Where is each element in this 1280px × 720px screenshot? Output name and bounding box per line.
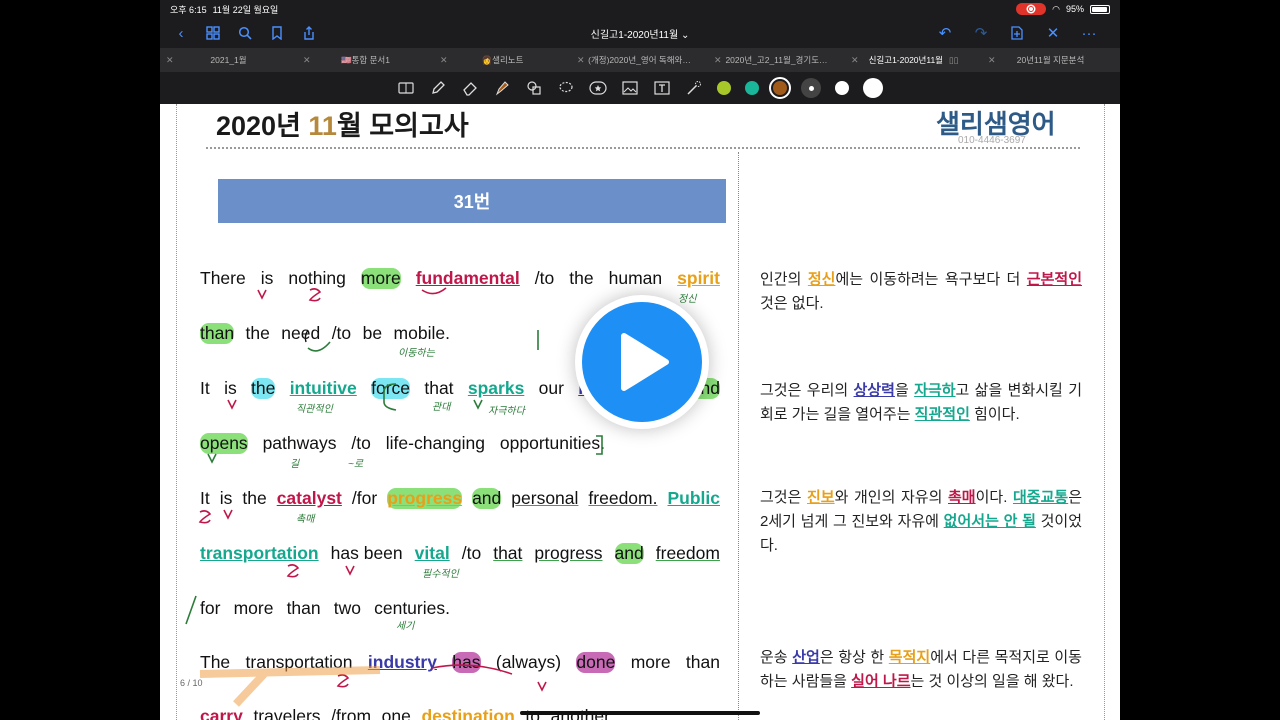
status-date: 11월 22일 월요일 [212, 4, 279, 15]
shapes-icon[interactable] [525, 79, 543, 97]
tab-label: 👩샐리노트 [481, 55, 524, 65]
color-swatch-lime[interactable] [717, 81, 731, 95]
bookmark-icon[interactable] [266, 22, 288, 44]
tab-item[interactable]: ✕ (개정)2020년_영어 독해와… [571, 48, 708, 72]
page-indicator: 6 / 10 [180, 678, 203, 688]
video-play-button[interactable] [575, 295, 709, 429]
redo-icon[interactable]: ↷ [970, 22, 992, 44]
battery-percent: 95% [1065, 4, 1084, 14]
tab-item[interactable]: ✕ 2020년_고2_11월_경기도… [708, 48, 845, 72]
tab-item[interactable]: ✕ 👩샐리노트 [434, 48, 571, 72]
more-icon[interactable]: ··· [1078, 22, 1100, 44]
stroke-size-large[interactable] [863, 78, 883, 98]
korean-translation-1: 인간의 정신에는 이동하려는 욕구보다 더 근본적인 것은 없다. [760, 271, 1082, 312]
battery-icon [1090, 4, 1110, 14]
eraser-icon[interactable] [461, 79, 479, 97]
play-icon [621, 333, 669, 391]
tool-bar [160, 72, 1120, 104]
color-swatch-teal[interactable] [745, 81, 759, 95]
korean-translation-2: 그것은 우리의 상상력을 자극하고 삶을 변화시킬 기회로 가는 길을 열어주는… [760, 382, 1083, 423]
tab-label: 신길고1-2020년11월 [868, 55, 944, 65]
highlighter-icon[interactable] [493, 79, 511, 97]
close-tab-icon[interactable]: ✕ [166, 55, 174, 66]
close-tab-icon[interactable]: ✕ [440, 55, 448, 66]
tab-label: 2020년_고2_11월_경기도… [725, 55, 828, 65]
search-icon[interactable] [234, 22, 256, 44]
text-icon[interactable] [653, 79, 671, 97]
close-tab-icon[interactable]: ✕ [851, 55, 859, 66]
back-chevron-icon[interactable]: ‹ [170, 22, 192, 44]
korean-translation-4: 운송 산업은 항상 한 목적지에서 다른 목적지로 이동하는 사람들을 실어 나… [760, 649, 1082, 690]
status-time: 오후 6:15 [170, 4, 207, 15]
close-tab-icon[interactable]: ✕ [988, 55, 996, 66]
undo-icon[interactable]: ↶ [934, 22, 956, 44]
home-indicator[interactable] [520, 711, 760, 715]
split-view-icon[interactable]: ▯▯ [949, 55, 958, 66]
tab-item[interactable]: ✕ 2021_1월 [160, 48, 297, 72]
ipad-screen: 오후 6:15 11월 22일 월요일 ◠ 95% 신길고1-2020년11월 … [160, 0, 1120, 720]
korean-translation-3: 그것은 진보와 개인의 자유의 촉매이다. 대중교통은 2세기 넘게 그 진보와… [760, 489, 1082, 554]
tab-item[interactable]: ✕ 🇺🇸통합 문서1 [297, 48, 434, 72]
lasso-icon[interactable] [557, 79, 575, 97]
stroke-size-small[interactable] [801, 78, 821, 98]
tab-bar: ✕ 2021_1월 ✕ 🇺🇸통합 문서1 ✕ 👩샐리노트 ✕ (개정)2020년_영어 … [160, 48, 1120, 72]
tab-label: 2021_1월 [210, 55, 247, 65]
thumbnails-grid-icon[interactable] [202, 22, 224, 44]
image-icon[interactable] [621, 79, 639, 97]
sticker-icon[interactable] [589, 79, 607, 97]
nav-bar: 신길고1-2020년11월 ⌄ ‹ ↶ ↷ ✕ ··· [160, 18, 1120, 48]
status-bar: 오후 6:15 11월 22일 월요일 ◠ 95% [160, 0, 1120, 18]
close-tab-icon[interactable]: ✕ [303, 55, 311, 66]
tab-item[interactable]: ✕ 20년11월 지문분석 [982, 48, 1119, 72]
laser-pointer-icon[interactable] [685, 79, 703, 97]
close-x-icon[interactable]: ✕ [1042, 22, 1064, 44]
color-swatch-brown[interactable] [769, 77, 791, 99]
screen-recording-icon[interactable] [1016, 3, 1047, 15]
pen-icon[interactable] [429, 79, 447, 97]
close-tab-icon[interactable]: ✕ [714, 55, 722, 66]
close-tab-icon[interactable]: ✕ [577, 55, 585, 66]
wifi-icon: ◠ [1052, 3, 1060, 14]
add-page-icon[interactable] [1006, 22, 1028, 44]
tab-item-active[interactable]: ✕ 신길고1-2020년11월 ▯▯ [845, 48, 982, 72]
stroke-size-medium[interactable] [835, 81, 849, 95]
tab-label: (개정)2020년_영어 독해와… [588, 55, 691, 65]
read-mode-icon[interactable] [397, 79, 415, 97]
share-icon[interactable] [298, 22, 320, 44]
tab-label: 🇺🇸통합 문서1 [341, 55, 390, 65]
tab-label: 20년11월 지문분석 [1016, 55, 1085, 65]
